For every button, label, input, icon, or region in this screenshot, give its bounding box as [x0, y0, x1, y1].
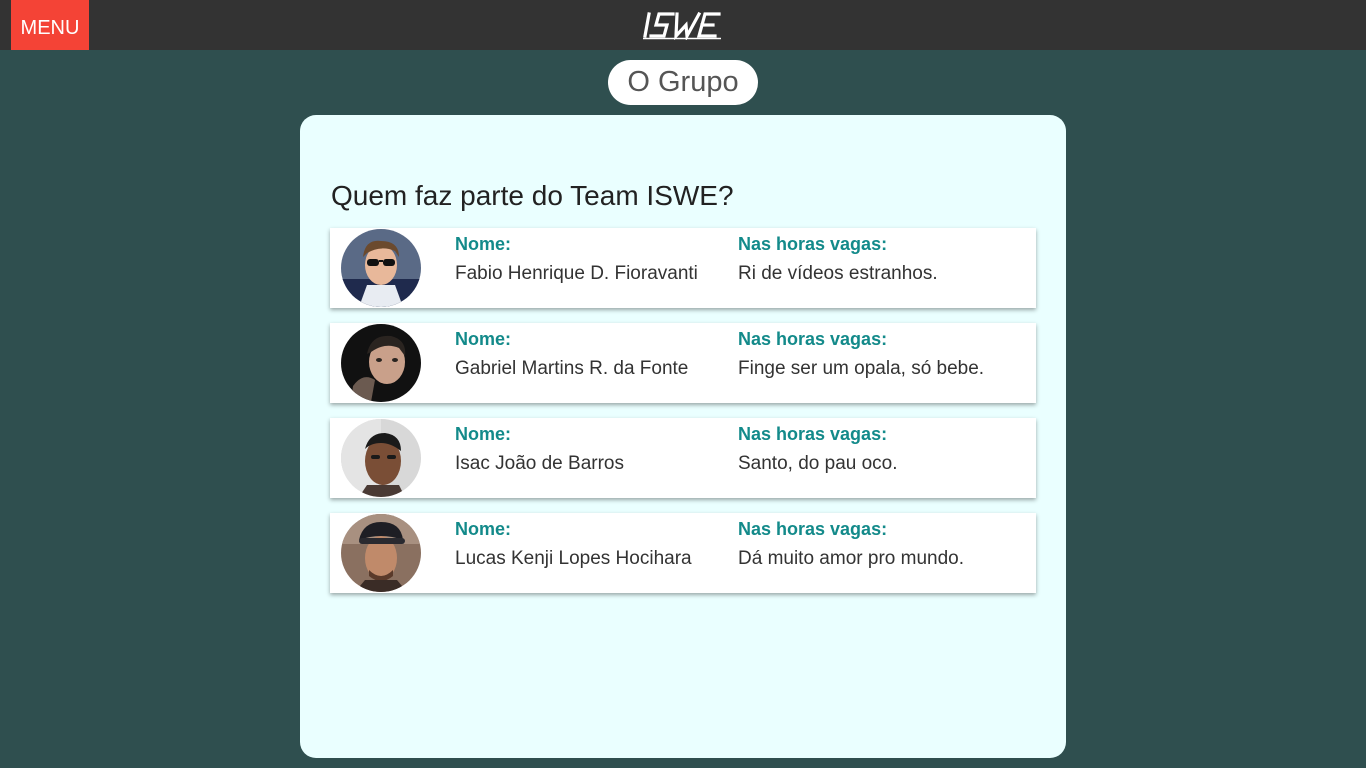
- avatar: [341, 324, 421, 402]
- hobby-label: Nas horas vagas:: [738, 329, 888, 349]
- name-label: Nome:: [455, 424, 512, 444]
- avatar: [341, 514, 421, 592]
- member-card: Nome: Lucas Kenji Lopes Hocihara Nas hor…: [330, 513, 1036, 593]
- menu-button[interactable]: MENU: [11, 0, 89, 50]
- member-card: Nome: Gabriel Martins R. da Fonte Nas ho…: [330, 323, 1036, 403]
- member-hobby: Dá muito amor pro mundo.: [738, 548, 964, 569]
- member-hobby: Santo, do pau oco.: [738, 453, 898, 474]
- member-name: Fabio Henrique D. Fioravanti: [455, 263, 698, 284]
- name-label: Nome:: [455, 329, 512, 349]
- hobby-label: Nas horas vagas:: [738, 234, 888, 254]
- page-title-pill: O Grupo: [608, 60, 758, 105]
- member-name: Lucas Kenji Lopes Hocihara: [455, 548, 692, 569]
- member-card: Nome: Isac João de Barros Nas horas vaga…: [330, 418, 1036, 498]
- member-hobby: Finge ser um opala, só bebe.: [738, 358, 985, 379]
- name-label: Nome:: [455, 234, 512, 254]
- avatar: [341, 229, 421, 307]
- member-card: Nome: Fabio Henrique D. Fioravanti Nas h…: [330, 228, 1036, 308]
- member-name: Gabriel Martins R. da Fonte: [455, 358, 689, 379]
- team-heading: Quem faz parte do Team ISWE?: [331, 180, 734, 211]
- name-label: Nome:: [455, 519, 512, 539]
- team-panel: Quem faz parte do Team ISWE? Nome: Fabio…: [300, 115, 1066, 758]
- iswe-logo[interactable]: [643, 10, 723, 42]
- hobby-label: Nas horas vagas:: [738, 424, 888, 444]
- hobby-label: Nas horas vagas:: [738, 519, 888, 539]
- top-navigation-bar: MENU: [0, 0, 1366, 50]
- avatar: [341, 419, 421, 497]
- member-name: Isac João de Barros: [455, 453, 624, 474]
- member-hobby: Ri de vídeos estranhos.: [738, 263, 938, 284]
